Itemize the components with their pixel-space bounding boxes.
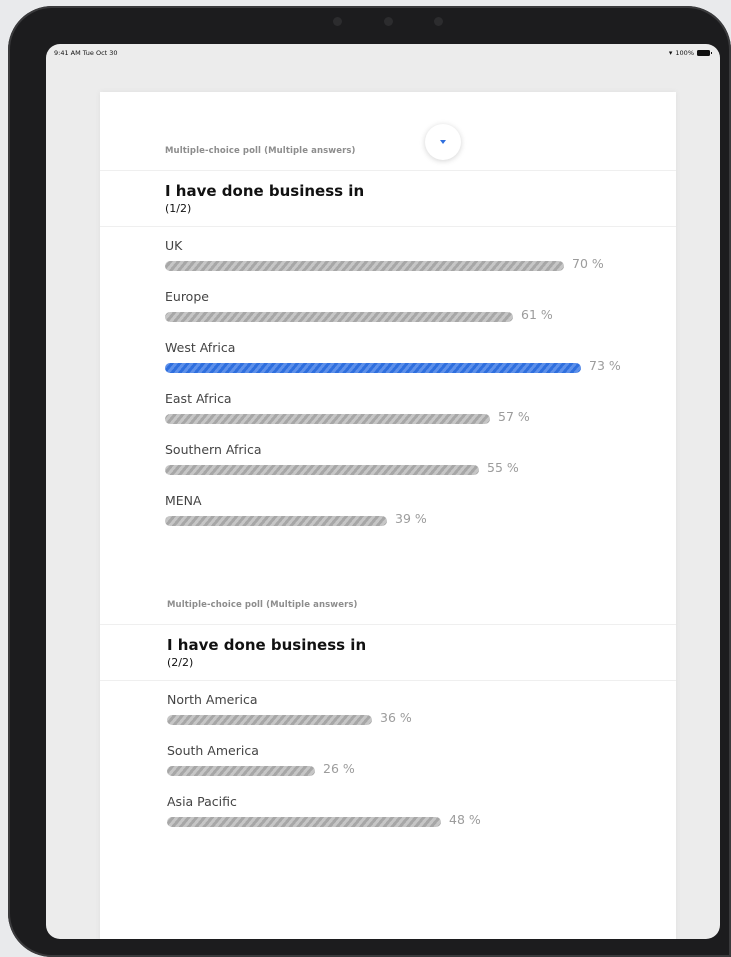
option-percent: 36 % — [380, 710, 412, 725]
divider — [100, 226, 676, 227]
result-bar — [165, 465, 479, 475]
option-label: Southern Africa — [165, 442, 262, 457]
screen: 9:41 AM Tue Oct 30 ▾ 100% Multiple-choic… — [46, 44, 720, 939]
result-bar — [167, 766, 315, 776]
option-percent: 73 % — [589, 358, 621, 373]
result-bar — [165, 312, 513, 322]
result-bar-selected — [165, 363, 581, 373]
option-percent: 26 % — [323, 761, 355, 776]
result-bar — [167, 715, 372, 725]
chevron-down-icon — [440, 140, 446, 144]
divider — [100, 170, 676, 171]
poll-subtitle: (1/2) — [165, 202, 192, 215]
status-bar: 9:41 AM Tue Oct 30 ▾ 100% — [46, 44, 720, 62]
poll-results-panel: Multiple-choice poll (Multiple answers) I… — [100, 92, 676, 939]
collapse-button[interactable] — [425, 124, 461, 160]
camera-dot — [333, 16, 342, 26]
option-label: South America — [167, 743, 259, 758]
poll-type-label: Multiple-choice poll (Multiple answers) — [165, 146, 356, 156]
poll-option: South America 26 % — [167, 743, 627, 785]
result-bar — [165, 261, 564, 271]
option-label: West Africa — [165, 340, 236, 355]
option-percent: 57 % — [498, 409, 530, 424]
option-percent: 39 % — [395, 511, 427, 526]
poll-option: East Africa 57 % — [165, 391, 625, 433]
divider — [100, 680, 676, 681]
option-label: Asia Pacific — [167, 794, 237, 809]
divider — [100, 624, 676, 625]
poll-option: Southern Africa 55 % — [165, 442, 625, 484]
camera-dot — [434, 16, 443, 26]
battery-icon — [697, 50, 712, 56]
poll-type-label: Multiple-choice poll (Multiple answers) — [167, 600, 358, 610]
result-bar — [165, 516, 387, 526]
poll-option: West Africa 73 % — [165, 340, 625, 382]
poll-option: MENA 39 % — [165, 493, 625, 535]
option-label: Europe — [165, 289, 209, 304]
camera-dot — [383, 16, 393, 26]
option-percent: 48 % — [449, 812, 481, 827]
poll-option: Asia Pacific 48 % — [167, 794, 627, 836]
poll-title: I have done business in — [165, 182, 365, 200]
status-time: 9:41 AM — [54, 49, 81, 57]
status-indicators: ▾ 100% — [668, 49, 712, 57]
poll-title: I have done business in — [167, 636, 367, 654]
option-label: East Africa — [165, 391, 232, 406]
wifi-icon: ▾ — [668, 49, 673, 57]
tablet-frame: 9:41 AM Tue Oct 30 ▾ 100% Multiple-choic… — [8, 6, 731, 957]
battery-percent: 100% — [675, 49, 694, 57]
camera-bar — [333, 16, 443, 26]
option-label: North America — [167, 692, 258, 707]
result-bar — [165, 414, 490, 424]
poll-option: North America 36 % — [167, 692, 627, 734]
option-percent: 61 % — [521, 307, 553, 322]
option-label: UK — [165, 238, 183, 253]
result-bar — [167, 817, 441, 827]
option-percent: 55 % — [487, 460, 519, 475]
option-label: MENA — [165, 493, 202, 508]
status-date: Tue Oct 30 — [82, 49, 118, 57]
status-time-date: 9:41 AM Tue Oct 30 — [54, 49, 118, 57]
poll-subtitle: (2/2) — [167, 656, 194, 669]
option-percent: 70 % — [572, 256, 604, 271]
poll-option: UK 70 % — [165, 238, 625, 280]
poll-option: Europe 61 % — [165, 289, 625, 331]
